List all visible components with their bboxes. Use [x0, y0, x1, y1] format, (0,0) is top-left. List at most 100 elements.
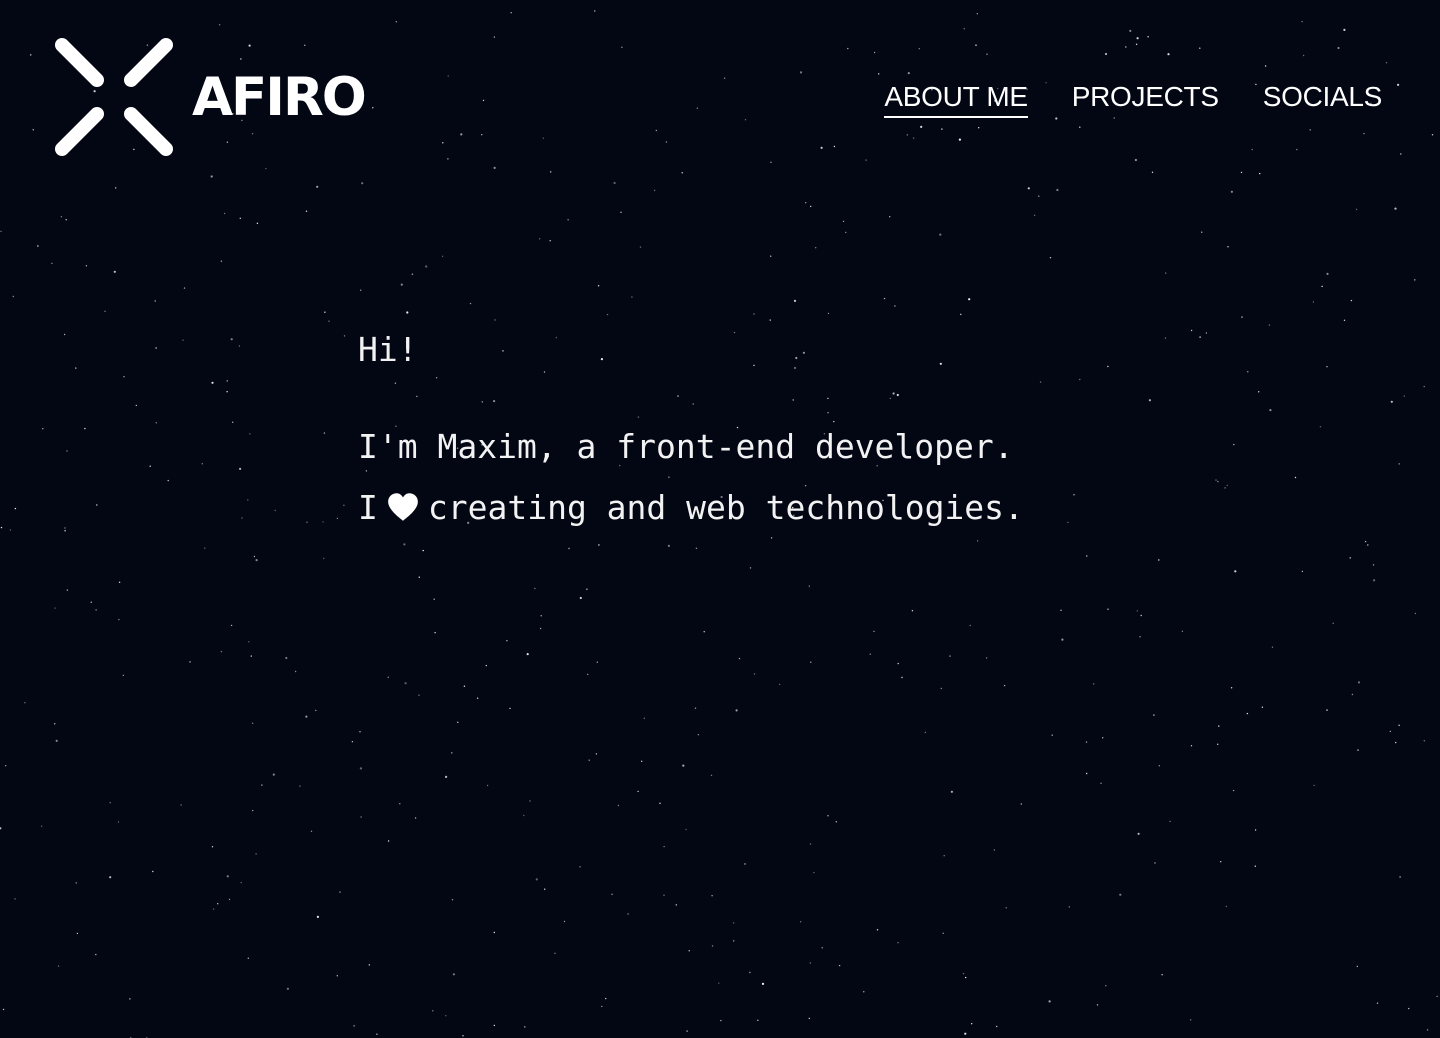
star [529, 800, 531, 802]
star [1319, 426, 1322, 428]
intro-line-2: Icreating and web technologies. [358, 477, 1024, 538]
star [376, 1033, 378, 1035]
star [1154, 862, 1156, 864]
star [1181, 630, 1184, 632]
star [252, 809, 254, 812]
star [1107, 365, 1109, 368]
star [1343, 319, 1346, 321]
star [305, 210, 308, 212]
star [964, 1032, 967, 1035]
star [183, 287, 186, 289]
star [201, 463, 203, 465]
star [1399, 876, 1401, 878]
star [55, 739, 58, 742]
star [212, 908, 215, 910]
star [1414, 279, 1416, 281]
star [809, 843, 812, 845]
star [117, 821, 120, 823]
star [810, 205, 812, 208]
star [769, 319, 771, 321]
star [182, 339, 184, 341]
site-header: AFIRO ABOUT ME PROJECTS SOCIALS [0, 0, 1440, 200]
nav-projects[interactable]: PROJECTS [1072, 80, 1219, 118]
star [343, 335, 346, 337]
star [535, 878, 538, 881]
star [697, 734, 700, 736]
star [272, 773, 275, 776]
star [544, 888, 546, 890]
star [248, 641, 250, 643]
star [579, 866, 581, 868]
star [118, 581, 121, 583]
star [1226, 484, 1228, 487]
star [738, 657, 741, 660]
star [204, 547, 206, 549]
star [64, 527, 66, 529]
star [1313, 784, 1315, 787]
star [1426, 1029, 1429, 1031]
star [663, 894, 665, 896]
star [451, 752, 453, 754]
star [180, 804, 182, 806]
logo-link[interactable]: AFIRO [54, 37, 367, 157]
star [90, 601, 93, 603]
star [1137, 832, 1140, 835]
star [75, 367, 77, 369]
star [688, 950, 690, 952]
star [1326, 366, 1328, 368]
star [1261, 706, 1264, 708]
star [485, 664, 487, 667]
star [135, 404, 137, 407]
star [149, 465, 151, 467]
star [567, 219, 569, 221]
star [663, 845, 665, 848]
star [675, 904, 677, 906]
star [1190, 1019, 1192, 1021]
star [434, 632, 436, 634]
star [897, 942, 899, 944]
star [418, 694, 420, 696]
star [76, 932, 79, 935]
star [996, 1025, 998, 1028]
star [711, 945, 714, 947]
star [457, 721, 459, 723]
star [54, 607, 56, 609]
star [351, 741, 354, 743]
nav-about-me[interactable]: ABOUT ME [884, 80, 1028, 118]
star [810, 661, 812, 663]
star [1268, 324, 1271, 326]
star [1158, 559, 1160, 561]
star [167, 479, 169, 482]
star [255, 853, 257, 855]
star [596, 661, 598, 663]
nav-socials[interactable]: SOCIALS [1263, 80, 1383, 118]
star [1233, 443, 1235, 446]
star [641, 760, 643, 762]
star [1224, 487, 1226, 489]
star [1246, 712, 1249, 715]
star [486, 784, 489, 787]
star [155, 347, 157, 349]
star [1205, 332, 1208, 334]
star [969, 624, 971, 627]
star [40, 825, 43, 827]
star [411, 273, 414, 275]
star [1190, 745, 1193, 747]
star [1049, 257, 1052, 259]
star [249, 433, 251, 435]
star [104, 310, 106, 312]
star [122, 674, 125, 677]
star [406, 311, 409, 314]
star [1003, 684, 1006, 687]
star [894, 305, 896, 307]
star [757, 1019, 759, 1021]
star [1161, 974, 1163, 976]
star [66, 589, 69, 591]
star [1199, 336, 1201, 338]
star [1096, 1004, 1099, 1006]
star [57, 965, 60, 967]
star [250, 655, 252, 657]
star [695, 547, 698, 549]
star [1227, 246, 1229, 248]
star [1105, 985, 1107, 987]
